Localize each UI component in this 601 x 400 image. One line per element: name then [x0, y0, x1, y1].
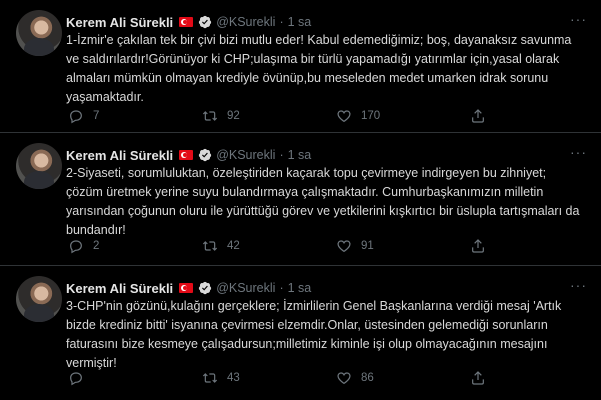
reply-icon — [70, 240, 82, 254]
like-button[interactable]: 170 — [336, 107, 380, 125]
share-button[interactable] — [470, 107, 486, 125]
author-handle[interactable]: @KSurekli — [216, 281, 275, 295]
timestamp[interactable]: 1 sa — [288, 148, 312, 162]
reply-icon — [70, 110, 82, 124]
retweet-icon — [202, 373, 218, 383]
like-count: 86 — [361, 372, 374, 384]
tweet-header: Kerem Ali Sürekli @KSurekli · 1 sa — [66, 146, 311, 164]
share-icon — [472, 239, 484, 253]
reply-icon — [70, 372, 82, 386]
turkey-flag-icon — [179, 150, 194, 160]
like-count: 91 — [361, 240, 374, 252]
retweet-count: 92 — [227, 110, 240, 122]
tweet-text: 1-İzmir'e çakılan tek bir çivi bizi mutl… — [66, 33, 572, 104]
author-name[interactable]: Kerem Ali Sürekli — [66, 281, 173, 296]
tweet[interactable]: Kerem Ali Sürekli @KSurekli · 1 sa ··· 3… — [0, 266, 601, 400]
separator-dot: · — [279, 15, 284, 29]
author-name[interactable]: Kerem Ali Sürekli — [66, 15, 173, 30]
retweet-icon — [202, 111, 218, 121]
more-options-icon[interactable]: ··· — [570, 12, 587, 26]
retweet-count: 42 — [227, 240, 240, 252]
author-handle[interactable]: @KSurekli — [216, 15, 275, 29]
reply-count: 2 — [93, 240, 100, 252]
retweet-button[interactable]: 42 — [202, 237, 240, 255]
separator-dot: · — [279, 281, 284, 295]
verified-badge-icon — [198, 15, 212, 29]
tweet-actions: 43 86 — [66, 369, 516, 387]
more-options-icon[interactable]: ··· — [570, 278, 587, 292]
reply-button[interactable]: 2 — [68, 237, 99, 255]
share-button[interactable] — [470, 237, 486, 255]
tweet-header: Kerem Ali Sürekli @KSurekli · 1 sa — [66, 13, 311, 31]
heart-icon — [337, 372, 351, 385]
share-icon — [472, 371, 484, 385]
tweet[interactable]: Kerem Ali Sürekli @KSurekli · 1 sa ··· 1… — [0, 0, 601, 133]
like-count: 170 — [361, 110, 381, 122]
tweet-actions: 2 42 91 — [66, 237, 516, 255]
tweet-actions: 7 92 170 — [66, 107, 516, 125]
like-button[interactable]: 86 — [336, 369, 374, 387]
tweet-text: 3-CHP'nin gözünü,kulağını gerçeklere; İz… — [66, 299, 562, 370]
retweet-icon — [202, 241, 218, 251]
tweet-feed: Kerem Ali Sürekli @KSurekli · 1 sa ··· 1… — [0, 0, 601, 400]
like-button[interactable]: 91 — [336, 237, 374, 255]
verified-badge-icon — [198, 148, 212, 162]
share-icon — [472, 109, 484, 123]
avatar[interactable] — [16, 143, 62, 189]
turkey-flag-icon — [179, 283, 194, 293]
share-button[interactable] — [470, 369, 486, 387]
retweet-button[interactable]: 92 — [202, 107, 240, 125]
heart-icon — [337, 240, 351, 253]
reply-button[interactable] — [68, 369, 93, 387]
reply-button[interactable]: 7 — [68, 107, 99, 125]
separator-dot: · — [279, 148, 284, 162]
tweet-text: 2-Siyaseti, sorumluluktan, özeleştiriden… — [66, 166, 580, 237]
author-handle[interactable]: @KSurekli — [216, 148, 275, 162]
heart-icon — [337, 110, 351, 123]
tweet[interactable]: Kerem Ali Sürekli @KSurekli · 1 sa ··· 2… — [0, 133, 601, 266]
tweet-header: Kerem Ali Sürekli @KSurekli · 1 sa — [66, 279, 311, 297]
turkey-flag-icon — [179, 17, 194, 27]
author-name[interactable]: Kerem Ali Sürekli — [66, 148, 173, 163]
timestamp[interactable]: 1 sa — [288, 281, 312, 295]
verified-badge-icon — [198, 281, 212, 295]
timestamp[interactable]: 1 sa — [288, 15, 312, 29]
more-options-icon[interactable]: ··· — [570, 145, 587, 159]
avatar[interactable] — [16, 276, 62, 322]
retweet-count: 43 — [227, 372, 240, 384]
avatar[interactable] — [16, 10, 62, 56]
reply-count: 7 — [93, 110, 100, 122]
retweet-button[interactable]: 43 — [202, 369, 240, 387]
